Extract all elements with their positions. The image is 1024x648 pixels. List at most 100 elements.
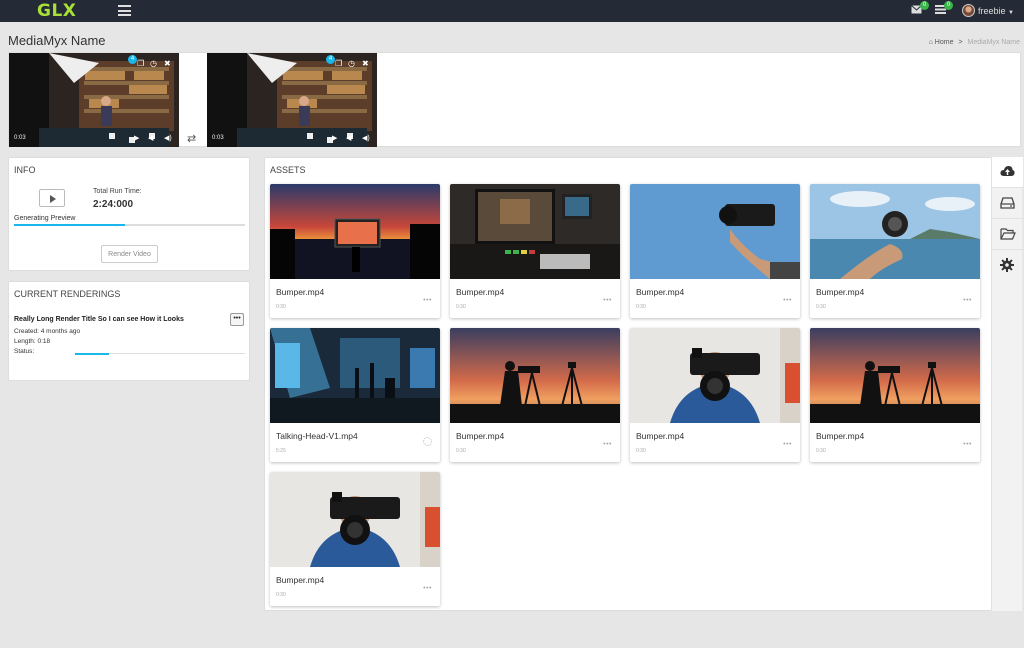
asset-thumbnail	[450, 184, 620, 279]
asset-thumbnail	[630, 184, 800, 279]
asset-more-icon[interactable]: •••	[603, 297, 612, 304]
breadcrumb-home[interactable]: Home	[935, 39, 954, 46]
rendering-status-label: Status:	[14, 348, 35, 355]
breadcrumb: ⌂ Home > MediaMyx Name	[929, 39, 1020, 46]
asset-name: Bumper.mp4	[456, 431, 505, 441]
runtime-value: 2:24:000	[93, 199, 134, 210]
clip-volume-high-icon[interactable]: ◀)	[362, 134, 370, 142]
timeline-clip[interactable]: 4 ❐ ◷ ✖ 0:03 ▶ ◀ ◀)	[207, 53, 377, 147]
clip-layer-badge: 4	[128, 55, 137, 64]
render-video-button[interactable]: Render Video	[101, 245, 158, 263]
loading-spinner-icon	[423, 437, 432, 446]
clip-volume-high-icon[interactable]: ◀)	[164, 134, 172, 142]
asset-name: Bumper.mp4	[276, 575, 325, 585]
asset-duration: 0:30	[636, 448, 646, 454]
folder-tool[interactable]	[992, 219, 1023, 250]
clip-clock-icon[interactable]: ◷	[150, 59, 157, 68]
asset-thumbnail	[450, 328, 620, 423]
asset-card[interactable]: Talking-Head-V1.mp4 5:25	[270, 328, 440, 462]
page-title: MediaMyx Name	[8, 33, 106, 48]
asset-more-icon[interactable]: •••	[423, 585, 432, 592]
tasks-icon[interactable]: 0	[935, 1, 953, 16]
preview-progress-fill	[14, 224, 125, 226]
asset-more-icon[interactable]: •••	[783, 441, 792, 448]
clip-copy-icon[interactable]: ❐	[137, 59, 144, 68]
asset-thumbnail	[270, 184, 440, 279]
asset-more-icon[interactable]: •••	[603, 441, 612, 448]
shuffle-icon[interactable]: ⇄	[187, 132, 196, 145]
clip-play-icon[interactable]: ▶	[332, 134, 337, 142]
chevron-down-icon: ▼	[1008, 10, 1014, 16]
clip-clock-icon[interactable]: ◷	[348, 59, 355, 68]
asset-name: Bumper.mp4	[816, 287, 865, 297]
storage-tool[interactable]	[992, 188, 1023, 219]
clip-copy-icon[interactable]: ❐	[335, 59, 342, 68]
renderings-title: CURRENT RENDERINGS	[14, 289, 121, 299]
asset-card[interactable]: Bumper.mp4 0:30 •••	[270, 472, 440, 606]
asset-more-icon[interactable]: •••	[783, 297, 792, 304]
clip-close-icon[interactable]: ✖	[164, 59, 171, 68]
rendering-more-button[interactable]: •••	[230, 313, 244, 326]
asset-more-icon[interactable]: •••	[963, 297, 972, 304]
settings-tool[interactable]	[992, 250, 1023, 281]
home-icon: ⌂	[928, 39, 933, 46]
breadcrumb-separator: >	[958, 39, 963, 46]
asset-duration: 0:30	[816, 304, 826, 310]
asset-more-icon[interactable]: •••	[963, 441, 972, 448]
current-renderings-panel: CURRENT RENDERINGS Really Long Render Ti…	[8, 281, 250, 381]
asset-duration: 0:30	[456, 448, 466, 454]
app-logo[interactable]: GLX	[37, 1, 76, 21]
folder-open-icon	[1000, 228, 1016, 240]
asset-card[interactable]: Bumper.mp4 0:30 •••	[810, 328, 980, 462]
asset-duration: 0:30	[636, 304, 646, 310]
clip-close-icon[interactable]: ✖	[362, 59, 369, 68]
cloud-upload-icon	[1000, 166, 1015, 176]
breadcrumb-current: MediaMyx Name	[967, 39, 1020, 46]
assets-title: ASSETS	[270, 165, 306, 175]
preview-play-button[interactable]	[39, 189, 65, 207]
gear-icon	[1000, 258, 1014, 272]
upload-tool[interactable]	[992, 157, 1023, 188]
asset-duration: 0:30	[276, 304, 286, 310]
asset-tools-sidebar	[991, 157, 1023, 611]
preview-progress-bar	[14, 224, 245, 226]
asset-card[interactable]: Bumper.mp4 0:30 •••	[450, 328, 620, 462]
asset-duration: 0:30	[816, 448, 826, 454]
asset-card[interactable]: Bumper.mp4 0:30 •••	[630, 184, 800, 318]
asset-duration: 5:25	[276, 448, 286, 454]
runtime-label: Total Run Time:	[93, 188, 142, 195]
timeline: 4 ❐ ◷ ✖ 0:03 ▶ ◀ ◀) ⇄ 4 ❐ ◷ ✖ 0:03 ▶ ◀ ◀…	[8, 52, 1021, 147]
asset-name: Talking-Head-V1.mp4	[276, 431, 358, 441]
clip-volume-low-icon[interactable]: ◀	[346, 134, 351, 142]
rendering-length: Length: 0:18	[14, 338, 51, 345]
asset-name: Bumper.mp4	[816, 431, 865, 441]
generating-preview-label: Generating Preview	[14, 215, 76, 222]
username-label: freebie	[978, 6, 1006, 16]
play-icon	[50, 195, 56, 203]
clip-volume-low-icon[interactable]: ◀	[148, 134, 153, 142]
mail-icon[interactable]: 0	[911, 1, 929, 16]
tasks-count-badge: 0	[944, 1, 953, 10]
rendering-title: Really Long Render Title So I can see Ho…	[14, 316, 184, 323]
asset-name: Bumper.mp4	[636, 287, 685, 297]
rendering-created: Created: 4 months ago	[14, 328, 81, 335]
asset-duration: 0:30	[456, 304, 466, 310]
asset-thumbnail	[270, 328, 440, 423]
asset-card[interactable]: Bumper.mp4 0:30 •••	[270, 184, 440, 318]
clip-play-icon[interactable]: ▶	[134, 134, 139, 142]
asset-card[interactable]: Bumper.mp4 0:30 •••	[630, 328, 800, 462]
asset-thumbnail	[810, 184, 980, 279]
asset-card[interactable]: Bumper.mp4 0:30 •••	[450, 184, 620, 318]
asset-more-icon[interactable]: •••	[423, 297, 432, 304]
asset-card[interactable]: Bumper.mp4 0:30 •••	[810, 184, 980, 318]
asset-name: Bumper.mp4	[636, 431, 685, 441]
timeline-clip[interactable]: 4 ❐ ◷ ✖ 0:03 ▶ ◀ ◀)	[9, 53, 179, 147]
clip-layer-badge: 4	[326, 55, 335, 64]
menu-toggle-icon[interactable]	[118, 5, 131, 16]
user-menu[interactable]: freebie ▼	[978, 6, 1014, 16]
mail-count-badge: 0	[920, 1, 929, 10]
hard-drive-icon	[1000, 197, 1015, 209]
clip-time: 0:03	[212, 135, 224, 141]
asset-duration: 0:30	[276, 592, 286, 598]
user-avatar[interactable]	[962, 4, 975, 17]
